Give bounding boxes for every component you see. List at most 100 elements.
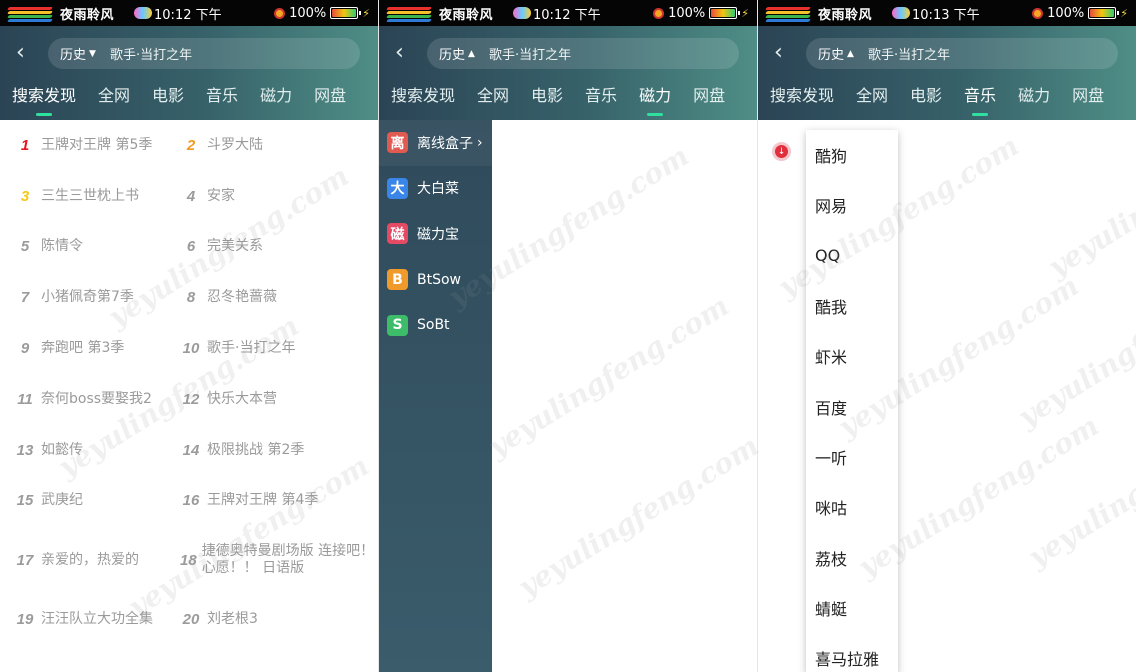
hot-search-item[interactable]: 18 捷德奥特曼剧场版 连接吧！心愿！！ 日语版 [180,526,378,594]
hot-search-item[interactable]: 15 武庚纪 [0,476,180,527]
music-source-option[interactable]: 咪咕 [806,482,898,532]
music-source-option[interactable]: 一听 [806,432,898,482]
status-time: 10:12 下午 [134,4,222,23]
history-dropdown[interactable]: 历史 ▲ [818,44,854,63]
back-chevron-icon[interactable]: ‹ [16,42,25,64]
rank-number: 8 [186,289,196,307]
hot-search-item[interactable]: 10 歌手·当打之年 [180,323,378,374]
weather-icon [513,7,532,19]
tab-all-web[interactable]: 全网 [98,82,130,116]
search-box[interactable]: 历史 ▲ 歌手·当打之年 [806,38,1118,69]
history-dropdown[interactable]: 历史 ▲ [439,44,475,63]
hot-search-item[interactable]: 7 小猪佩奇第7季 [0,272,180,323]
hot-search-title: 王牌对王牌 第4季 [207,492,319,509]
tab-netdisk[interactable]: 网盘 [693,82,725,116]
magnet-source-label: BtSow [417,271,461,288]
music-source-option[interactable]: 蜻蜓 [806,583,898,633]
hot-search-item[interactable]: 14 极限挑战 第2季 [180,425,378,476]
music-source-option[interactable]: 酷狗 [806,130,898,180]
hot-search-item[interactable]: 6 完美关系 [180,222,378,273]
app-logo [4,2,54,24]
rank-number: 1 [20,136,30,154]
music-source-option[interactable]: 网易 [806,180,898,230]
rank-number: 11 [17,390,33,408]
tab-movie[interactable]: 电影 [531,82,563,116]
music-source-option[interactable]: QQ [806,231,898,281]
magnet-source-item[interactable]: S SoBt [379,302,492,348]
hot-search-item[interactable]: 20 刘老根3 [180,594,378,645]
hot-search-title: 武庚纪 [41,492,83,509]
hot-search-item[interactable]: 9 奔跑吧 第3季 [0,323,180,374]
hot-search-item[interactable]: 12 快乐大本营 [180,374,378,425]
search-box[interactable]: 历史 ▲ 歌手·当打之年 [427,38,739,69]
hot-search-item[interactable]: 2 斗罗大陆 [180,120,378,171]
tab-music[interactable]: 音乐 [964,82,996,116]
music-source-option[interactable]: 荔枝 [806,532,898,582]
hot-search-list: 1 王牌对王牌 第5季 2 斗罗大陆 3 三生三世枕上书 4 安家 5 陈情令 6 完美关系 7 小猪佩奇… [0,120,378,645]
status-app-name: 夜雨聆风 [818,7,873,23]
offline-box-icon: 离 [387,132,408,154]
back-chevron-icon[interactable]: ‹ [395,42,404,64]
history-dropdown[interactable]: 历史 ▼ [60,44,96,63]
magnet-source-label: 大白菜 [417,181,459,198]
status-time: 10:12 下午 [513,4,601,23]
tab-netdisk[interactable]: 网盘 [314,82,346,116]
rank-number: 6 [186,238,196,256]
search-query[interactable]: 歌手·当打之年 [489,44,571,63]
tab-all-web[interactable]: 全网 [477,82,509,116]
tab-magnet[interactable]: 磁力 [260,82,292,116]
tab-movie[interactable]: 电影 [152,82,184,116]
tab-movie[interactable]: 电影 [910,82,942,116]
tab-magnet[interactable]: 磁力 [639,82,671,116]
music-source-option[interactable]: 虾米 [806,331,898,381]
hot-search-item[interactable]: 13 如懿传 [0,425,180,476]
tab-discover[interactable]: 搜索发现 [770,82,834,116]
search-query[interactable]: 歌手·当打之年 [868,44,950,63]
hot-search-item[interactable]: 17 亲爱的，热爱的 [0,526,180,594]
tab-magnet[interactable]: 磁力 [1018,82,1050,116]
tab-netdisk[interactable]: 网盘 [1072,82,1104,116]
battery-percent: 100% [668,5,706,21]
hot-search-item[interactable]: 16 王牌对王牌 第4季 [180,476,378,527]
hot-search-item[interactable]: 4 安家 [180,171,378,222]
floating-badge-icon[interactable]: ↓ [772,142,791,161]
tab-bar: 搜索发现 全网 电影 音乐 磁力 网盘 [758,82,1104,116]
app-logo [762,2,812,24]
status-bar: 夜雨聆风 10:12 下午 100% ⚡ [379,0,757,26]
tab-all-web[interactable]: 全网 [856,82,888,116]
hot-search-item[interactable]: 8 忍冬艳蔷薇 [180,272,378,323]
music-source-option[interactable]: 酷我 [806,281,898,331]
hot-search-item[interactable]: 19 汪汪队立大功全集 [0,594,180,645]
status-app-name: 夜雨聆风 [439,7,494,23]
notification-dot-icon [653,7,665,19]
rank-number: 3 [20,187,30,205]
tab-bar: 搜索发现 全网 电影 音乐 磁力 网盘 [0,82,346,116]
tab-music[interactable]: 音乐 [206,82,238,116]
hot-search-item[interactable]: 11 奈何boss要娶我2 [0,374,180,425]
music-source-option[interactable]: 喜马拉雅 [806,633,898,672]
magnet-source-item[interactable]: 磁磁力宝 [379,211,492,257]
hot-search-item[interactable]: 5 陈情令 [0,222,180,273]
music-source-option[interactable]: 百度 [806,381,898,431]
tab-discover[interactable]: 搜索发现 [391,82,455,116]
tab-music[interactable]: 音乐 [585,82,617,116]
tab-discover[interactable]: 搜索发现 [12,82,76,116]
search-query[interactable]: 歌手·当打之年 [110,44,192,63]
magnet-source-item[interactable]: 大大白菜 [379,166,492,212]
magnet-source-label: SoBt [417,317,450,334]
magnet-source-item[interactable]: 离离线盒子 › [379,120,492,166]
back-chevron-icon[interactable]: ‹ [774,42,783,64]
top-bar: ‹ 历史 ▲ 歌手·当打之年 搜索发现 全网 电影 音乐 磁力 网盘 [379,26,757,120]
hot-search-title: 歌手·当打之年 [207,340,296,357]
hot-search-title: 刘老根3 [207,611,258,628]
magnet-source-item[interactable]: B BtSow [379,257,492,303]
hot-search-item[interactable]: 3 三生三世枕上书 [0,171,180,222]
battery-icon [330,7,362,19]
notification-dot-icon [274,7,286,19]
hot-search-item[interactable]: 1 王牌对王牌 第5季 [0,120,180,171]
hot-search-title: 捷德奥特曼剧场版 连接吧！心愿！！ 日语版 [201,543,375,577]
status-time-text: 10:12 下午 [533,7,601,23]
caret-up-icon: ▲ [847,48,854,59]
search-box[interactable]: 历史 ▼ 歌手·当打之年 [48,38,360,69]
cilibao-icon: 磁 [387,223,408,245]
